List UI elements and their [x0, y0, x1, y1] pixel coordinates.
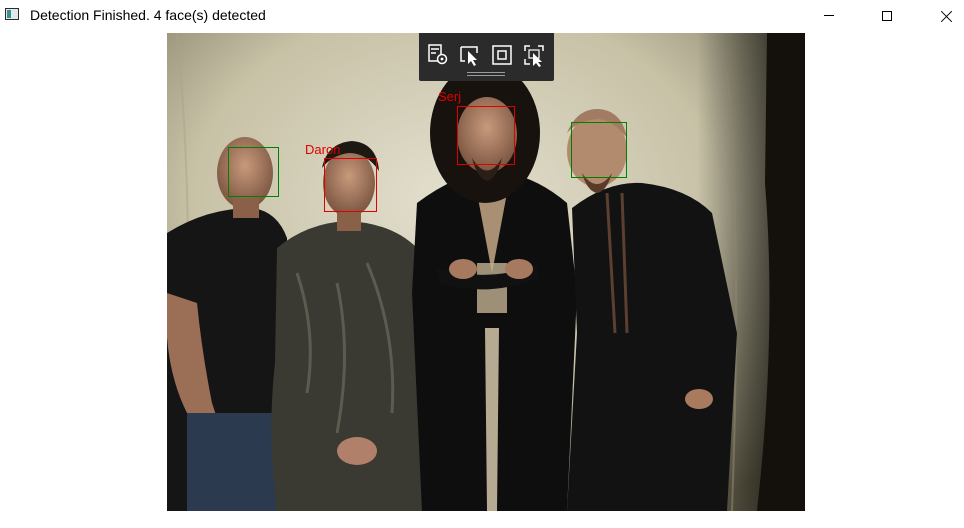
detection-box-4	[571, 122, 627, 178]
detection-box-2	[324, 158, 377, 212]
minimize-icon	[824, 15, 834, 16]
square-select-button[interactable]	[489, 42, 515, 68]
region-select-icon	[524, 45, 544, 67]
cursor-select-button[interactable]	[457, 42, 483, 68]
select-settings-icon	[428, 44, 448, 65]
detection-box-3	[457, 106, 515, 165]
toolbar-drag-handle[interactable]	[467, 72, 505, 77]
square-select-icon	[492, 45, 512, 65]
detection-box-1	[228, 147, 279, 197]
close-button[interactable]	[924, 0, 964, 31]
window-title: Detection Finished. 4 face(s) detected	[30, 7, 266, 23]
region-select-button[interactable]	[521, 42, 547, 68]
app-window-icon[interactable]	[5, 8, 19, 20]
maximize-button[interactable]	[864, 0, 910, 31]
title-bar[interactable]: Detection Finished. 4 face(s) detected	[0, 0, 964, 31]
close-icon	[941, 10, 953, 22]
select-settings-button[interactable]	[425, 42, 451, 68]
minimize-button[interactable]	[806, 0, 852, 31]
detection-label-2: Daron	[305, 142, 341, 157]
maximize-icon	[882, 10, 892, 21]
detection-label-3: Serj	[438, 89, 462, 104]
cursor-select-icon	[460, 46, 478, 66]
image-toolbar	[419, 33, 554, 81]
band-photo	[167, 33, 805, 511]
detection-image[interactable]: Daron Serj	[167, 33, 805, 511]
